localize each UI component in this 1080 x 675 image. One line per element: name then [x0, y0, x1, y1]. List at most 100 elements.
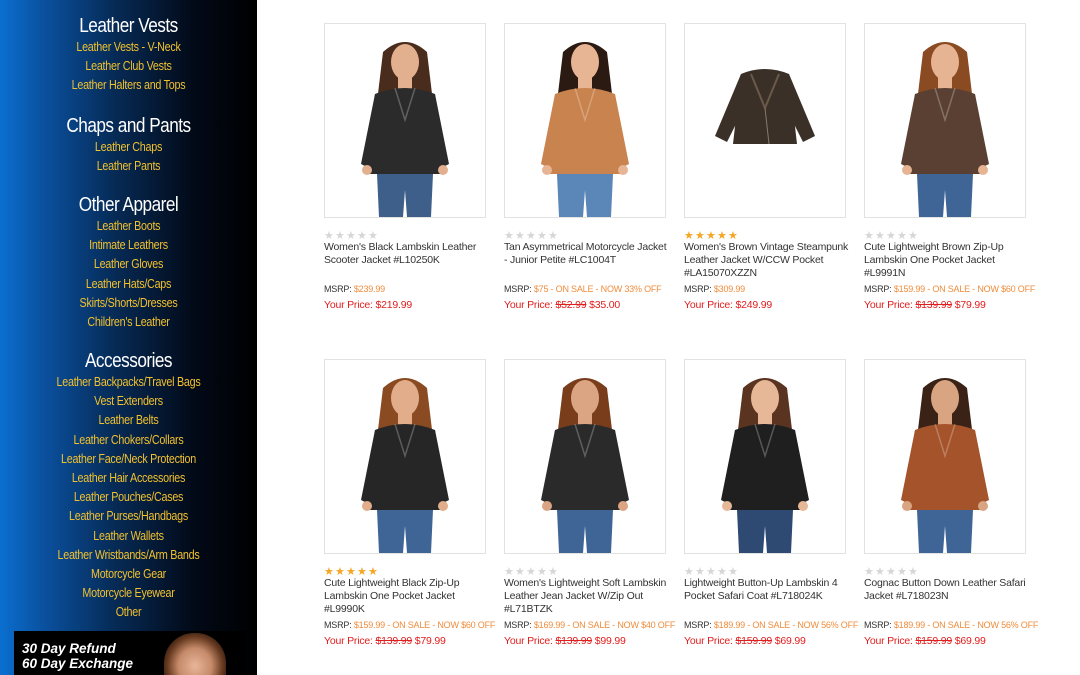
product-image[interactable] — [684, 359, 846, 554]
product-name-link[interactable]: Cognac Button Down Leather Safari Jacket… — [864, 577, 1030, 603]
category-link[interactable]: Leather Boots — [18, 217, 239, 236]
category-link[interactable]: Leather Wristbands/Arm Bands — [18, 546, 239, 565]
jeans-shape — [557, 510, 613, 553]
category-link[interactable]: Children's Leather — [18, 313, 239, 332]
hand-left — [902, 165, 912, 175]
category-link[interactable]: Leather Face/Neck Protection — [18, 450, 239, 469]
category-link[interactable]: Intimate Leathers — [18, 236, 239, 255]
category-group: Other Apparel Leather Boots Intimate Leath… — [0, 193, 257, 332]
jeans-shape — [377, 510, 433, 553]
category-link[interactable]: Leather Pouches/Cases — [18, 488, 239, 507]
product-photo — [901, 378, 989, 553]
product-image[interactable] — [324, 23, 486, 218]
msrp-label: MSRP: — [324, 620, 352, 630]
msrp-line: MSRP: $239.99 — [324, 284, 385, 294]
category-link[interactable]: Leather Wallets — [18, 527, 239, 546]
msrp-value: $239.99 — [353, 284, 385, 294]
old-price: $159.99 — [915, 635, 953, 647]
category-link[interactable]: Motorcycle Gear — [18, 565, 239, 584]
hand-right — [438, 165, 448, 175]
product-name-link[interactable]: Cute Lightweight Black Zip-Up Lambskin O… — [324, 577, 490, 616]
category-link[interactable]: Leather Chokers/Collars — [18, 431, 239, 450]
refund-exchange-banner[interactable]: 30 Day Refund 60 Day Exchange — [14, 631, 247, 675]
product-name-link[interactable]: Tan Asymmetrical Motorcycle Jacket - Jun… — [504, 241, 670, 267]
face-shape — [931, 380, 959, 416]
price-line: Your Price: $219.99 — [324, 299, 412, 311]
product-image[interactable] — [504, 359, 666, 554]
category-group: Leather Vests Leather Vests - V-Neck Leath… — [0, 14, 257, 96]
jeans-shape — [737, 510, 793, 553]
price-line: Your Price: $159.99 $69.99 — [684, 635, 806, 647]
jeans-shape — [557, 174, 613, 217]
hand-left — [542, 165, 552, 175]
category-link[interactable]: Leather Gloves — [18, 255, 239, 274]
old-price: $159.99 — [735, 635, 773, 647]
price-line: Your Price: $52.99 $35.00 — [504, 299, 620, 311]
category-link[interactable]: Leather Hats/Caps — [18, 275, 239, 294]
jeans-shape — [377, 174, 433, 217]
product-name-link[interactable]: Women's Lightweight Soft Lambskin Leathe… — [504, 577, 670, 616]
category-link[interactable]: Skirts/Shorts/Dresses — [18, 294, 239, 313]
category-link[interactable]: Leather Backpacks/Travel Bags — [18, 373, 239, 392]
current-price: $99.99 — [594, 635, 626, 647]
category-link[interactable]: Leather Hair Accessories — [18, 469, 239, 488]
price-line: Your Price: $139.99 $99.99 — [504, 635, 626, 647]
face-shape — [391, 44, 419, 80]
product-image[interactable] — [864, 359, 1026, 554]
price-label: Your Price: — [684, 635, 733, 647]
rating-stars: ★★★★★ — [864, 226, 919, 242]
product-name-link[interactable]: Women's Brown Vintage Steampunk Leather … — [684, 241, 850, 280]
product-name-link[interactable]: Cute Lightweight Brown Zip-Up Lambskin O… — [864, 241, 1030, 280]
msrp-line: MSRP: $159.99 - ON SALE - NOW $60 OFF — [864, 284, 1035, 294]
category-link[interactable]: Leather Purses/Handbags — [18, 507, 239, 526]
product-image[interactable] — [504, 23, 666, 218]
msrp-label: MSRP: — [684, 284, 712, 294]
msrp-line: MSRP: $189.99 - ON SALE - NOW 56% OFF — [684, 620, 858, 630]
rating-stars: ★★★★★ — [324, 226, 379, 242]
face-shape — [391, 380, 419, 416]
category-link[interactable]: Leather Belts — [18, 411, 239, 430]
face-shape — [571, 380, 599, 416]
product-image[interactable] — [324, 359, 486, 554]
hand-left — [542, 501, 552, 511]
msrp-value: $169.99 - ON SALE - NOW $40 OFF — [533, 620, 676, 630]
hand-right — [798, 501, 808, 511]
category-link[interactable]: Leather Club Vests — [18, 57, 239, 76]
category-heading: Leather Vests — [79, 15, 178, 37]
product-photo — [901, 42, 989, 217]
category-link[interactable]: Leather Chaps — [18, 138, 239, 157]
msrp-line: MSRP: $169.99 - ON SALE - NOW $40 OFF — [504, 620, 675, 630]
hand-left — [902, 501, 912, 511]
msrp-value: $189.99 - ON SALE - NOW 56% OFF — [893, 620, 1039, 630]
current-price: $219.99 — [375, 299, 413, 311]
product-image[interactable] — [684, 23, 846, 218]
msrp-label: MSRP: — [864, 284, 892, 294]
rating-stars: ★★★★★ — [504, 226, 559, 242]
product-photo — [715, 69, 815, 145]
category-link[interactable]: Vest Extenders — [18, 392, 239, 411]
msrp-label: MSRP: — [324, 284, 352, 294]
category-link[interactable]: Leather Pants — [18, 157, 239, 176]
hand-right — [438, 501, 448, 511]
category-link[interactable]: Leather Halters and Tops — [18, 76, 239, 95]
product-name-link[interactable]: Lightweight Button-Up Lambskin 4 Pocket … — [684, 577, 850, 603]
product-name-link[interactable]: Women's Black Lambskin Leather Scooter J… — [324, 241, 490, 267]
category-link[interactable]: Other — [18, 603, 239, 622]
price-label: Your Price: — [324, 635, 373, 647]
category-link[interactable]: Leather Vests - V-Neck — [18, 38, 239, 57]
msrp-value: $189.99 - ON SALE - NOW 56% OFF — [713, 620, 859, 630]
face-shape — [751, 380, 779, 416]
category-link[interactable]: Motorcycle Eyewear — [18, 584, 239, 603]
category-heading: Accessories — [84, 350, 173, 372]
current-price: $79.99 — [954, 299, 986, 311]
current-price: $249.99 — [735, 299, 773, 311]
msrp-line: MSRP: $159.99 - ON SALE - NOW $60 OFF — [324, 620, 495, 630]
product-photo — [541, 42, 629, 217]
category-heading: Other Apparel — [78, 194, 179, 216]
msrp-label: MSRP: — [684, 620, 712, 630]
product-image[interactable] — [864, 23, 1026, 218]
product-photo — [541, 378, 629, 553]
price-line: Your Price: $249.99 — [684, 299, 772, 311]
rating-stars: ★★★★★ — [504, 562, 559, 578]
product-photo — [721, 378, 809, 553]
